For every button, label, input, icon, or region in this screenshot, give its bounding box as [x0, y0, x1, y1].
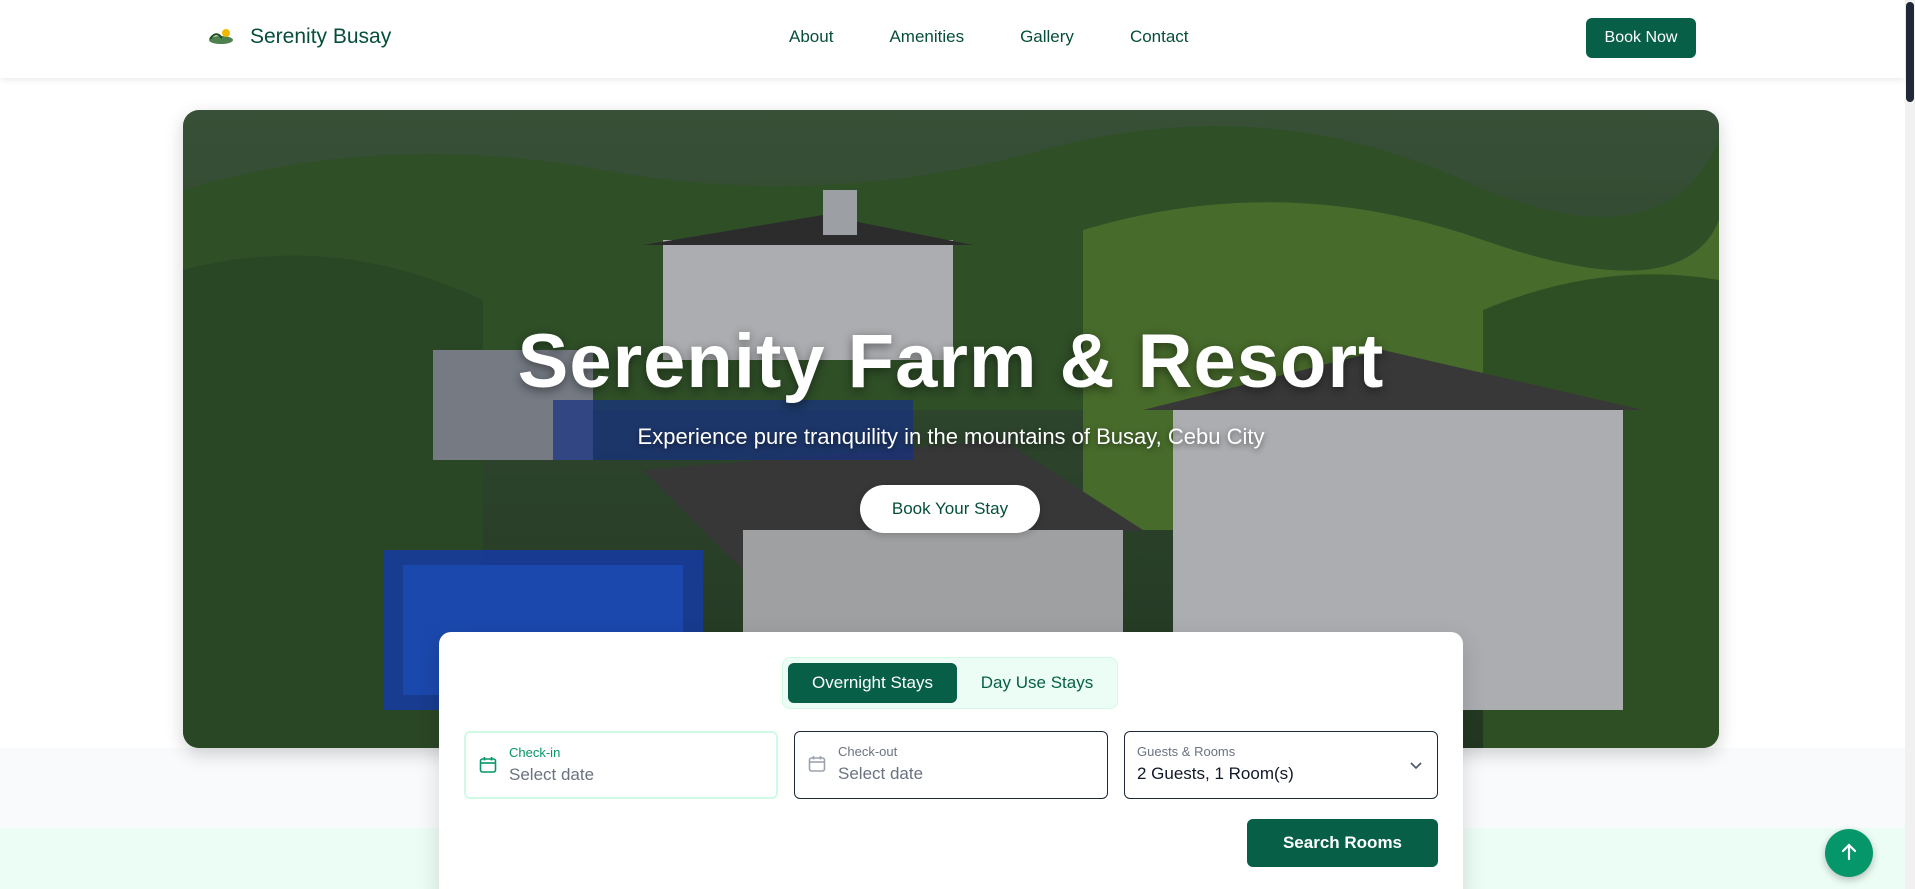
back-to-top-button[interactable] — [1825, 829, 1873, 877]
check-out-value: Select date — [838, 764, 924, 783]
nav-about[interactable]: About — [789, 27, 833, 47]
nav-amenities[interactable]: Amenities — [889, 27, 964, 47]
tab-day-use-stays[interactable]: Day Use Stays — [961, 663, 1113, 703]
guests-rooms-value: 2 Guests, 1 Room(s) — [1137, 764, 1294, 783]
book-your-stay-button[interactable]: Book Your Stay — [860, 485, 1040, 533]
site-header: Serenity Busay About Amenities Gallery C… — [0, 0, 1905, 78]
arrow-up-icon — [1838, 841, 1860, 866]
hero-subtitle: Experience pure tranquility in the mount… — [637, 424, 1265, 449]
chevron-down-icon — [1407, 756, 1425, 774]
scrollbar-thumb[interactable] — [1906, 2, 1914, 102]
serenity-logo-icon — [206, 22, 236, 52]
booking-widget: Overnight Stays Day Use Stays Check-in S… — [439, 632, 1463, 889]
stay-type-tabs: Overnight Stays Day Use Stays — [782, 657, 1118, 709]
nav-contact[interactable]: Contact — [1130, 27, 1189, 47]
calendar-icon — [478, 755, 498, 775]
guests-rooms-label: Guests & Rooms — [1137, 744, 1236, 759]
check-out-label: Check-out — [838, 744, 898, 759]
guests-rooms-select[interactable]: Guests & Rooms 2 Guests, 1 Room(s) — [1124, 731, 1438, 799]
main-nav: About Amenities Gallery Contact — [789, 27, 1189, 47]
tab-overnight-stays[interactable]: Overnight Stays — [788, 663, 957, 703]
check-in-field[interactable]: Check-in Select date — [464, 731, 778, 799]
brand-name: Serenity Busay — [250, 25, 392, 48]
nav-gallery[interactable]: Gallery — [1020, 27, 1074, 47]
page-scrollbar[interactable] — [1905, 0, 1915, 889]
check-in-value: Select date — [509, 765, 595, 784]
hero-title: Serenity Farm & Resort — [517, 319, 1385, 404]
check-out-field[interactable]: Check-out Select date — [794, 731, 1108, 799]
calendar-icon — [807, 754, 827, 774]
search-rooms-button[interactable]: Search Rooms — [1247, 819, 1438, 867]
book-now-button[interactable]: Book Now — [1586, 18, 1696, 58]
brand-link[interactable]: Serenity Busay — [206, 22, 391, 52]
check-in-label: Check-in — [509, 745, 561, 760]
